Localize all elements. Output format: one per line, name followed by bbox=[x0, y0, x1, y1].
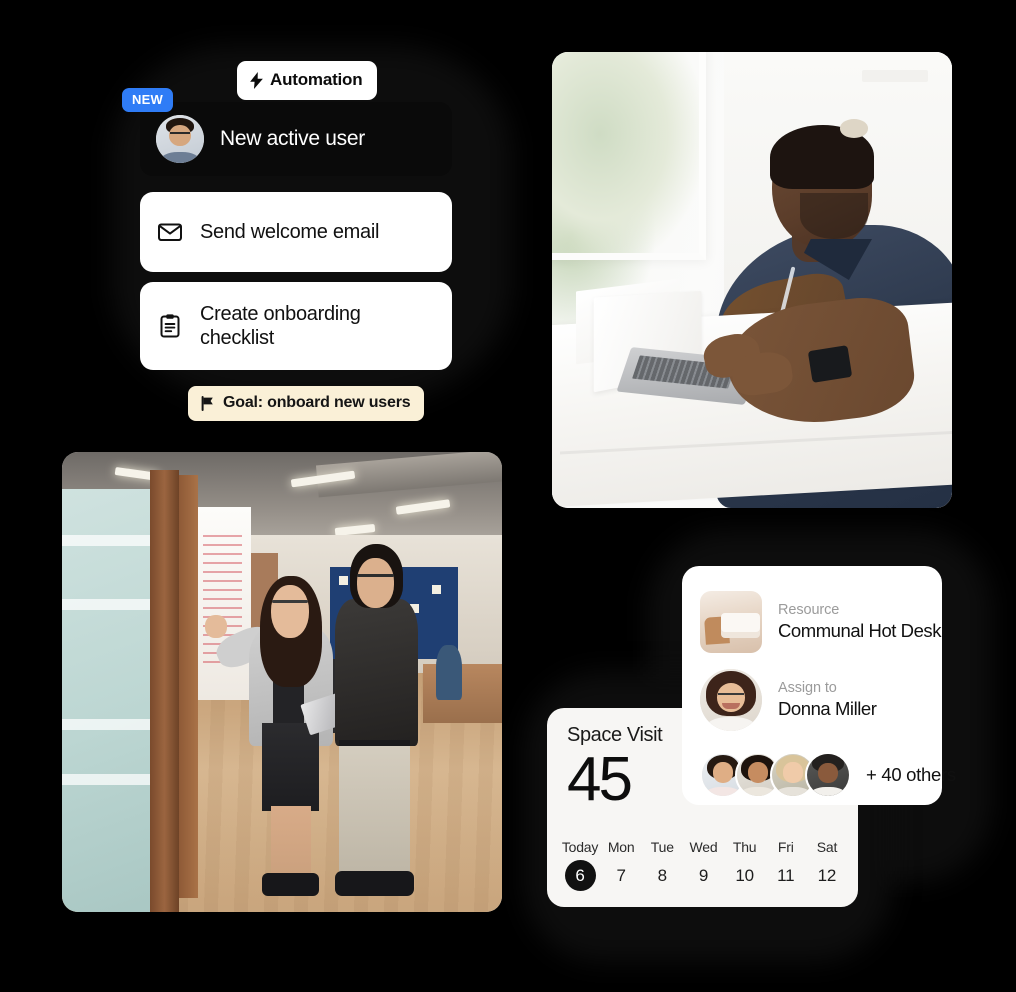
resource-caption: Resource bbox=[778, 602, 840, 618]
automation-step-label: Create onboarding checklist bbox=[200, 302, 361, 349]
assignee-row[interactable]: Assign to Donna Miller bbox=[700, 662, 924, 738]
resource-value: Communal Hot Desk bbox=[778, 620, 942, 641]
new-badge: NEW bbox=[122, 88, 173, 112]
assignee-caption: Assign to bbox=[778, 680, 837, 696]
resource-booking-card: Resource Communal Hot Desk Assign to Don… bbox=[682, 566, 956, 805]
automation-goal-pill: Goal: onboard new users bbox=[188, 386, 425, 421]
hot-desk-thumbnail bbox=[700, 591, 762, 653]
attendees-row[interactable]: + 40 others bbox=[700, 752, 956, 798]
calendar-day-mon[interactable]: Mon 7 bbox=[602, 839, 640, 891]
calendar-day-wed[interactable]: Wed 9 bbox=[684, 839, 722, 891]
automation-goal-label: Goal: onboard new users bbox=[223, 394, 411, 411]
assignee-value: Donna Miller bbox=[778, 698, 877, 719]
user-avatar bbox=[156, 115, 204, 163]
automation-step-label: Send welcome email bbox=[200, 220, 380, 243]
clipboard-checklist-icon bbox=[160, 314, 180, 338]
calendar-day-name: Tue bbox=[650, 839, 674, 855]
calendar-day-fri[interactable]: Fri 11 bbox=[767, 839, 805, 891]
automation-card: Automation NEW New active user Send welc… bbox=[112, 46, 512, 421]
calendar-day-thu[interactable]: Thu 10 bbox=[726, 839, 764, 891]
envelope-icon bbox=[158, 223, 182, 241]
automation-step-create-checklist[interactable]: Create onboarding checklist bbox=[140, 282, 452, 370]
calendar-day-number: 12 bbox=[817, 866, 837, 885]
calendar-day-number: 6 bbox=[564, 860, 596, 891]
calendar-day-name: Wed bbox=[689, 839, 718, 855]
calendar-day-number: 7 bbox=[616, 866, 626, 885]
automation-trigger-label: New active user bbox=[220, 127, 365, 150]
calendar-day-number: 10 bbox=[735, 866, 754, 885]
calendar-day-number: 8 bbox=[657, 866, 667, 885]
calendar-day-tue[interactable]: Tue 8 bbox=[643, 839, 681, 891]
collage-canvas: Automation NEW New active user Send welc… bbox=[0, 0, 1016, 992]
resource-row[interactable]: Resource Communal Hot Desk bbox=[700, 584, 942, 660]
donna-miller-avatar bbox=[700, 669, 762, 731]
calendar-day-number: 9 bbox=[698, 866, 709, 885]
automation-trigger-row[interactable]: New active user bbox=[140, 102, 452, 176]
automation-pill-label: Automation bbox=[270, 70, 363, 89]
calendar-day-sat[interactable]: Sat 12 bbox=[808, 839, 846, 891]
calendar-day-name: Thu bbox=[732, 839, 757, 855]
calendar-strip: Today 6 Mon 7 Tue 8 Wed 9 Thu 10 Fri 11 bbox=[561, 839, 846, 891]
calendar-day-today[interactable]: Today 6 bbox=[561, 839, 599, 891]
office-tour-photo bbox=[62, 452, 502, 912]
calendar-day-name: Sat bbox=[816, 839, 838, 855]
calendar-day-name: Fri bbox=[777, 839, 794, 855]
attendees-overflow-label: + 40 others bbox=[866, 764, 956, 785]
flag-icon bbox=[201, 395, 213, 411]
desk-worker-photo bbox=[552, 52, 952, 508]
calendar-day-name: Mon bbox=[607, 839, 635, 855]
calendar-day-number: 11 bbox=[777, 866, 795, 885]
automation-step-send-email[interactable]: Send welcome email bbox=[140, 192, 452, 272]
lightning-bolt-icon bbox=[250, 71, 263, 89]
calendar-day-name: Today bbox=[561, 839, 599, 855]
automation-pill[interactable]: Automation bbox=[237, 61, 378, 100]
attendee-avatar-stack bbox=[700, 752, 851, 798]
attendee-avatar-4 bbox=[805, 752, 851, 798]
